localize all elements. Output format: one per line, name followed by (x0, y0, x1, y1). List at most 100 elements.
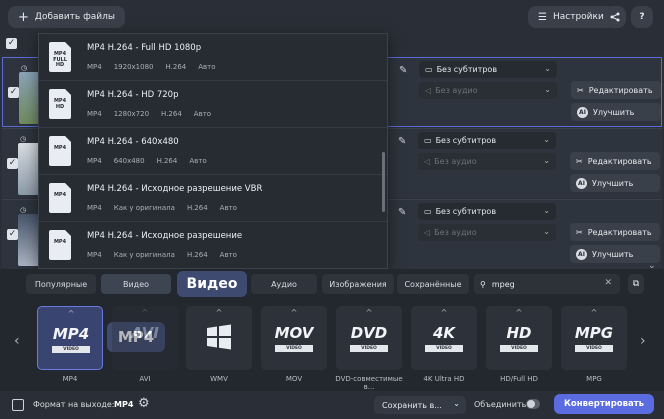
format-search-input[interactable]: ⚲ mpeg ✕ (474, 274, 620, 294)
edit-button[interactable]: ✂ Редактировать (570, 223, 660, 241)
preset-bitrate: Авто (219, 204, 237, 212)
settings-button[interactable]: ☰ Настройки (528, 6, 614, 28)
improve-button[interactable]: AI Улучшить (571, 103, 661, 121)
preset-item[interactable]: MP4 MP4 H.264 - Исходное разрешение VBR … (39, 175, 387, 222)
add-files-button[interactable]: + Добавить файлы (8, 6, 125, 28)
format-tile-hd[interactable]: ^ HD VIDEO (486, 306, 552, 370)
save-to-dropdown[interactable]: Сохранить в... ⌄ (374, 396, 466, 414)
file-row-controls: ✎ ▭ Без субтитров ⌄ ◁ Без аудио ⌄ ✂ Реда… (394, 200, 664, 270)
file-checkbox[interactable]: ✓ (7, 158, 18, 169)
edit-button[interactable]: ✂ Редактировать (571, 81, 661, 99)
tab-video[interactable]: Видео (101, 274, 171, 294)
subtitle-dropdown[interactable]: ▭ Без субтитров ⌄ (418, 132, 556, 149)
ai-icon: AI (576, 177, 587, 189)
edit-label: Редактировать (587, 156, 652, 166)
format-label: DVD-совместимые в... (335, 375, 403, 391)
search-value: mpeg (491, 279, 515, 289)
format-label: WMV (210, 375, 228, 383)
improve-button[interactable]: AI Улучшить (570, 174, 660, 192)
tab-images[interactable]: Изображения (322, 274, 394, 294)
video-tab-tooltip: Видео (177, 271, 247, 297)
scroll-left-icon[interactable]: ‹ (14, 333, 20, 349)
format-logo: AVI (131, 324, 159, 342)
convert-label: Конвертировать (563, 399, 645, 409)
preset-meta: MP4 1280x720 H.264 Авто (87, 110, 223, 118)
pencil-icon[interactable]: ✎ (398, 207, 410, 219)
preset-manager-button[interactable]: ⧉ (628, 274, 644, 294)
bottom-bar: Формат на выходе: MP4 ⚙ Сохранить в... ⌄… (0, 391, 664, 419)
preset-item[interactable]: MP4 HD MP4 H.264 - HD 720p MP4 1280x720 … (39, 81, 387, 128)
preset-codec: H.264 (186, 204, 208, 212)
convert-button[interactable]: Конвертировать (554, 394, 654, 414)
share-button[interactable] (604, 6, 626, 28)
edit-button[interactable]: ✂ Редактировать (570, 152, 660, 170)
subtitle-dropdown[interactable]: ▭ Без субтитров ⌄ (418, 203, 556, 220)
subtitle-value: Без субтитров (436, 65, 498, 74)
format-logo-sub: VIDEO (52, 346, 90, 353)
format-logo-sub: VIDEO (350, 345, 388, 352)
chevron-down-icon: ⌄ (453, 399, 460, 408)
improve-button[interactable]: AI Улучшить (570, 245, 660, 263)
collapse-panel-icon[interactable]: ⌄ (648, 261, 662, 275)
pencil-icon[interactable]: ✎ (398, 136, 410, 148)
preset-codec: H.264 (156, 157, 178, 165)
format-label: MPG (586, 375, 602, 383)
format-tile-wmv[interactable]: ^ (186, 306, 252, 370)
scroll-right-icon[interactable]: › (640, 333, 646, 349)
audio-dropdown[interactable]: ◁ Без аудио ⌄ (419, 82, 557, 99)
format-tile-dvd[interactable]: ^ DVD VIDEO (336, 306, 402, 370)
preset-bitrate: Авто (198, 63, 216, 71)
merge-toggle[interactable] (526, 399, 540, 409)
preset-format: MP4 (87, 204, 102, 212)
share-icon (610, 12, 620, 22)
video-thumbnail (18, 214, 40, 266)
format-tile-mov[interactable]: ^ MOV VIDEO (261, 306, 327, 370)
tab-popular[interactable]: Популярные (26, 274, 96, 294)
output-format-value: MP4 (114, 400, 134, 409)
preset-meta: MP4 640x480 H.264 Авто (87, 157, 219, 165)
format-logo-sub: VIDEO (275, 345, 313, 352)
format-logo-sub: VIDEO (575, 345, 613, 352)
format-logo-sub: VIDEO (425, 345, 463, 352)
tab-saved[interactable]: Сохранённые (397, 274, 469, 294)
popup-scrollbar[interactable] (382, 152, 385, 212)
file-checkbox[interactable]: ✓ (8, 87, 19, 98)
tooltip-text: Видео (186, 276, 238, 292)
preset-meta: MP4 Как у оригинала H.264 Авто (87, 204, 249, 212)
subtitle-dropdown[interactable]: ▭ Без субтитров ⌄ (419, 61, 557, 78)
clear-search-icon[interactable]: ✕ (604, 278, 612, 288)
audio-dropdown[interactable]: ◁ Без аудио ⌄ (418, 224, 556, 241)
windows-logo-icon (207, 324, 231, 350)
format-logo: 4K (432, 324, 456, 342)
preset-bitrate: Авто (193, 110, 212, 118)
preset-resolution: 1280x720 (113, 110, 150, 118)
chevron-up-icon: ^ (440, 308, 448, 317)
search-icon: ⚲ (480, 279, 486, 289)
clock-icon: ◷ (21, 64, 28, 72)
format-tile-avi[interactable]: ^ AVI (112, 306, 178, 370)
format-logo: MOV (274, 324, 314, 342)
gear-icon[interactable]: ⚙ (138, 396, 150, 411)
tab-audio[interactable]: Аудио (251, 274, 317, 294)
format-tile-mp4[interactable]: ^ MP4 VIDEO (37, 306, 103, 370)
format-logo: MPG (574, 324, 614, 342)
preset-item[interactable]: MP4 MP4 H.264 - 640x480 MP4 640x480 H.26… (39, 128, 387, 175)
format-tile-mpg[interactable]: ^ MPG VIDEO (561, 306, 627, 370)
chevron-up-icon: ^ (365, 308, 373, 317)
scissors-icon: ✂ (577, 85, 584, 95)
preset-dropdown-popup: MP4 FULL HD MP4 H.264 - Full HD 1080p MP… (38, 33, 388, 269)
pencil-icon[interactable]: ✎ (399, 65, 411, 77)
format-tile-4k[interactable]: ^ 4K VIDEO (411, 306, 477, 370)
select-all-checkbox[interactable]: ✓ (6, 38, 17, 49)
preset-item[interactable]: MP4 MP4 H.264 - Исходное разрешение MP4 … (39, 222, 387, 269)
chevron-down-icon: ⌄ (543, 227, 550, 236)
format-label: HD/Full HD (500, 375, 538, 383)
edit-label: Редактировать (588, 85, 653, 95)
help-button[interactable]: ? (631, 6, 653, 28)
audio-dropdown[interactable]: ◁ Без аудио ⌄ (418, 153, 556, 170)
preset-bitrate: Авто (219, 251, 237, 259)
preset-item[interactable]: MP4 FULL HD MP4 H.264 - Full HD 1080p MP… (39, 34, 387, 81)
chevron-up-icon: ^ (141, 308, 149, 317)
preset-title: MP4 H.264 - HD 720p (87, 90, 179, 100)
file-checkbox[interactable]: ✓ (7, 229, 18, 240)
